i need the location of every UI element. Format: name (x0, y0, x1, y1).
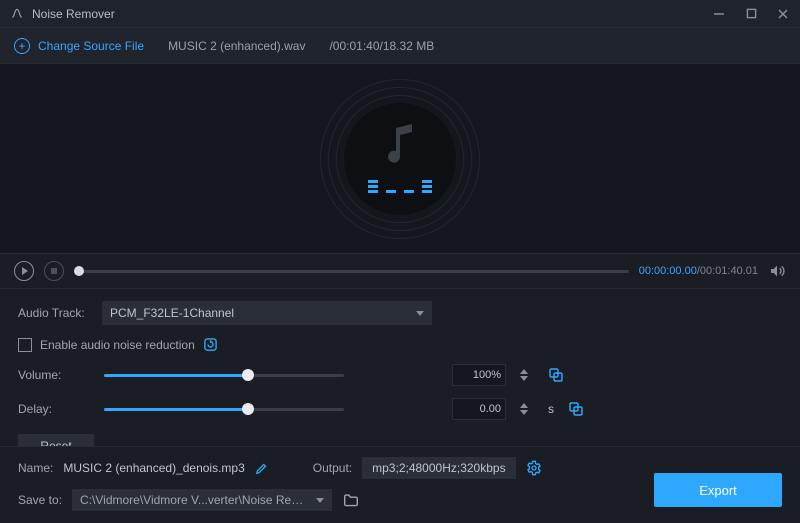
output-format-value: mp3;2;48000Hz;320kbps (362, 457, 515, 479)
audio-track-select[interactable]: PCM_F32LE-1Channel (102, 301, 432, 325)
source-filename: MUSIC 2 (enhanced).wav (168, 39, 305, 53)
equalizer-icon (368, 180, 432, 193)
chevron-down-icon (416, 311, 424, 316)
delay-stepper[interactable] (520, 398, 534, 420)
change-source-label: Change Source File (38, 39, 144, 53)
total-time: /00:01:40.01 (697, 265, 758, 277)
music-note-icon (382, 124, 418, 166)
save-path-select[interactable]: C:\Vidmore\Vidmore V...verter\Noise Remo… (72, 489, 332, 511)
output-name-label: Name: (18, 461, 53, 475)
delay-sync-icon[interactable] (568, 401, 584, 417)
output-name-value: MUSIC 2 (enhanced)_denois.mp3 (63, 461, 244, 475)
maximize-button[interactable] (744, 7, 758, 21)
close-button[interactable] (776, 7, 790, 21)
volume-value[interactable]: 100% (452, 364, 506, 386)
edit-name-icon[interactable] (255, 461, 269, 475)
output-format-label: Output: (313, 461, 352, 475)
play-button[interactable] (14, 261, 34, 281)
stop-button[interactable] (44, 261, 64, 281)
noise-reduction-label: Enable audio noise reduction (40, 338, 195, 352)
file-toolbar: + Change Source File MUSIC 2 (enhanced).… (0, 28, 800, 64)
output-settings-icon[interactable] (526, 460, 542, 476)
audio-disc-graphic (320, 79, 480, 239)
change-source-button[interactable]: + Change Source File (14, 38, 144, 54)
save-path-value: C:\Vidmore\Vidmore V...verter\Noise Remo… (80, 493, 310, 507)
export-panel: Name: MUSIC 2 (enhanced)_denois.mp3 Outp… (0, 446, 800, 523)
noise-reduction-checkbox[interactable] (18, 338, 32, 352)
delay-unit: s (548, 402, 554, 416)
volume-sync-icon[interactable] (548, 367, 564, 383)
audio-settings-panel: Audio Track: PCM_F32LE-1Channel Enable a… (0, 288, 800, 466)
chevron-down-icon (316, 498, 324, 503)
app-logo-icon (10, 7, 24, 21)
playback-controls: 00:00:00.00/00:01:40.01 (0, 254, 800, 288)
volume-slider[interactable] (104, 374, 344, 377)
seek-slider[interactable] (74, 270, 629, 273)
volume-label: Volume: (18, 368, 90, 382)
delay-label: Delay: (18, 402, 90, 416)
save-to-label: Save to: (18, 493, 62, 507)
window-title: Noise Remover (32, 7, 115, 21)
volume-icon[interactable] (768, 263, 786, 279)
plus-circle-icon: + (14, 38, 30, 54)
source-fileinfo: /00:01:40/18.32 MB (329, 39, 434, 53)
delay-value[interactable]: 0.00 (452, 398, 506, 420)
export-button[interactable]: Export (654, 473, 782, 507)
volume-stepper[interactable] (520, 364, 534, 386)
minimize-button[interactable] (712, 7, 726, 21)
delay-slider[interactable] (104, 408, 344, 411)
audio-track-value: PCM_F32LE-1Channel (110, 306, 234, 320)
audio-track-label: Audio Track: (18, 306, 90, 320)
open-folder-icon[interactable] (342, 493, 360, 507)
preview-area (0, 64, 800, 254)
title-bar: Noise Remover (0, 0, 800, 28)
refresh-icon[interactable] (203, 337, 218, 352)
current-time: 00:00:00.00 (639, 265, 697, 277)
